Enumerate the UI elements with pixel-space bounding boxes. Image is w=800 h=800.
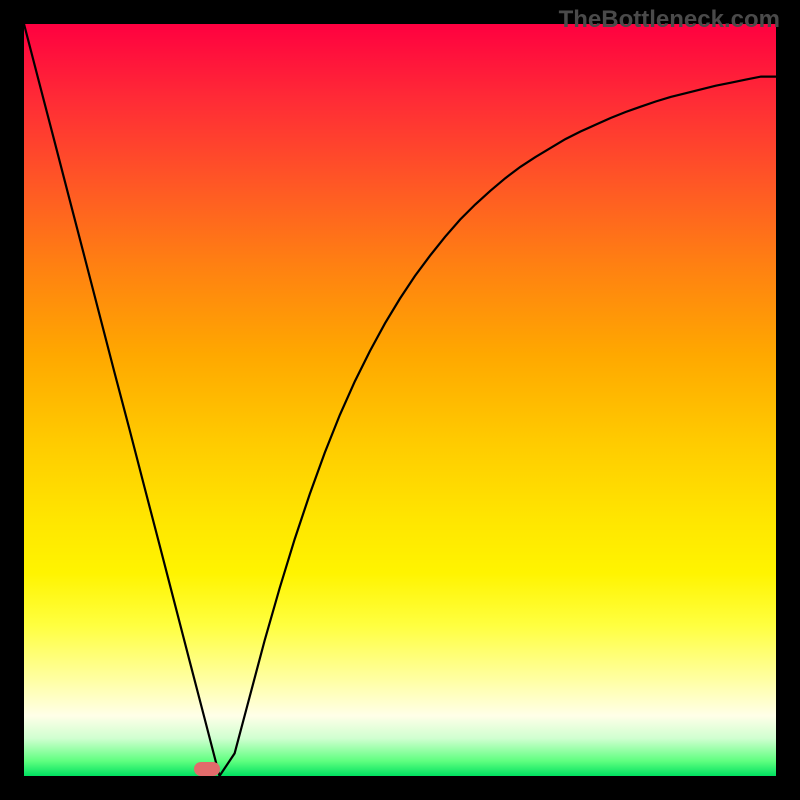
chart-frame: TheBottleneck.com: [0, 0, 800, 800]
minimum-marker-icon: [194, 762, 220, 776]
chart-curve-layer: [24, 24, 776, 776]
watermark-label: TheBottleneck.com: [559, 6, 780, 34]
bottleneck-curve: [24, 24, 776, 776]
